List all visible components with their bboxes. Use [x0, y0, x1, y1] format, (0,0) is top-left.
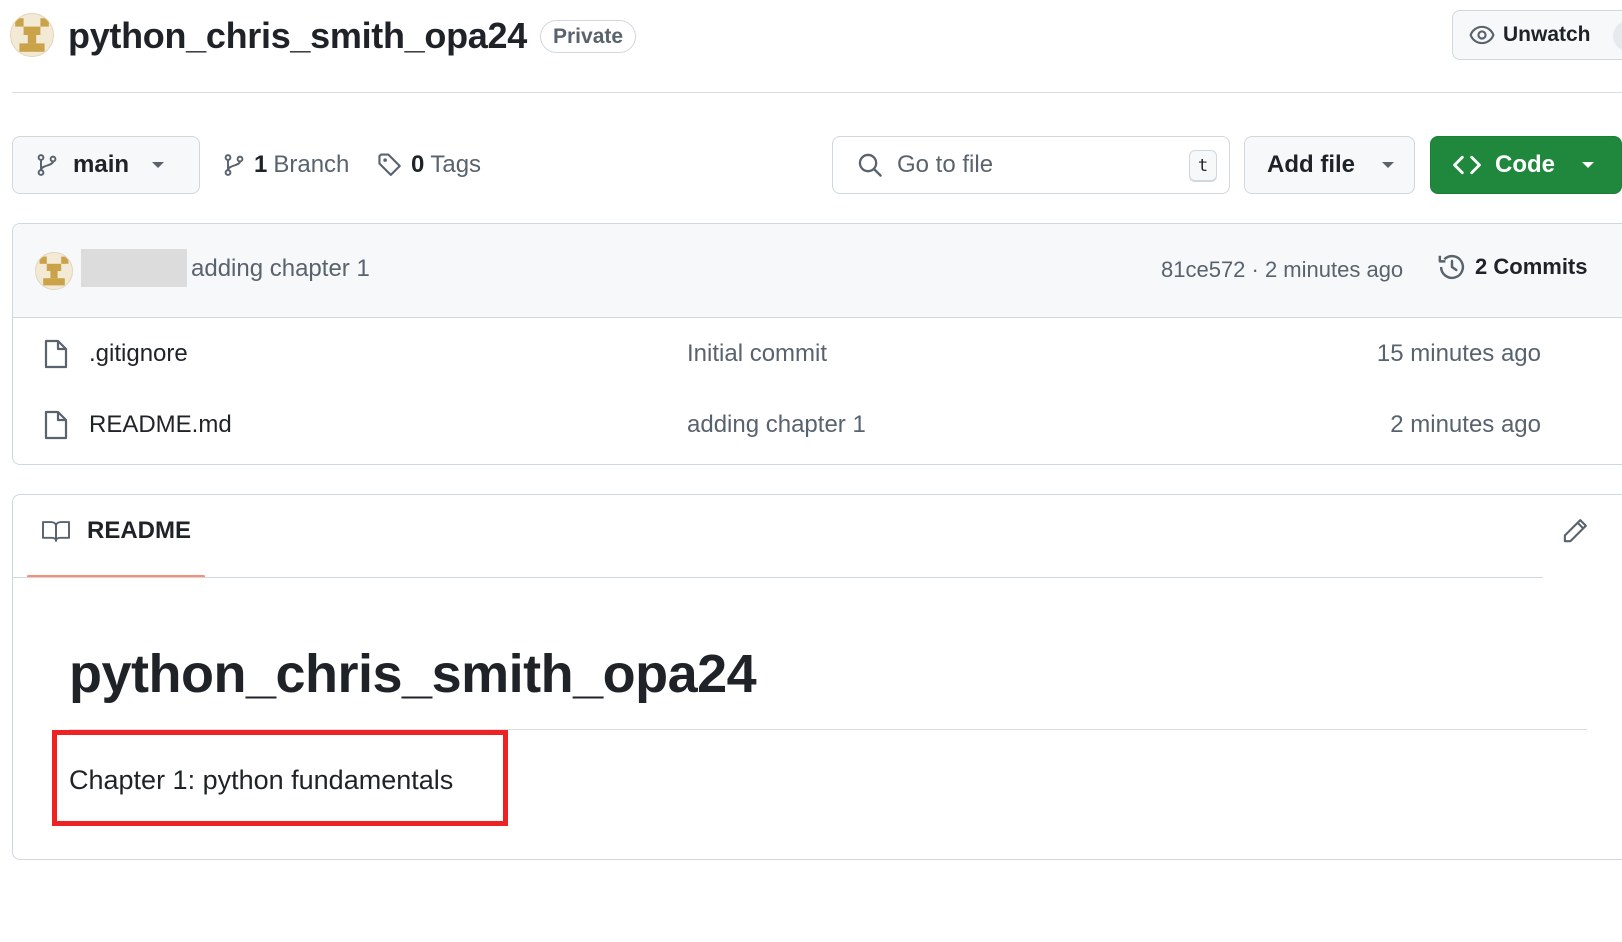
readme-heading: python_chris_smith_opa24	[69, 644, 757, 704]
branch-selector[interactable]: main	[12, 136, 200, 194]
search-icon	[858, 153, 882, 177]
readme-header-divider	[13, 577, 1543, 578]
add-file-button[interactable]: Add file	[1244, 136, 1415, 194]
file-commit-message[interactable]: Initial commit	[687, 340, 827, 368]
file-name[interactable]: README.md	[89, 411, 232, 439]
commits-label: Commits	[1493, 254, 1588, 279]
branch-name: main	[73, 151, 130, 178]
git-branch-icon	[224, 154, 244, 176]
git-branch-icon	[37, 154, 57, 176]
heading-rule	[69, 729, 1587, 730]
pencil-icon[interactable]	[1561, 517, 1589, 545]
file-browser: adding chapter 1 81ce572 · 2 minutes ago…	[12, 223, 1622, 465]
latest-commit-meta[interactable]: 81ce572 · 2 minutes ago	[1161, 257, 1403, 283]
eye-icon	[1469, 25, 1495, 45]
chevron-down-icon	[1382, 162, 1394, 168]
tab-readme[interactable]: README	[41, 517, 191, 545]
file-row[interactable]: .gitignore Initial commit 15 minutes ago	[13, 318, 1622, 391]
commit-author-avatar[interactable]	[35, 252, 73, 290]
latest-commit-bar: adding chapter 1 81ce572 · 2 minutes ago…	[13, 224, 1622, 318]
unwatch-button[interactable]: Unwatch	[1452, 10, 1622, 60]
book-icon	[42, 521, 70, 542]
repo-title[interactable]: python_chris_smith_opa24	[68, 14, 527, 58]
code-button[interactable]: Code	[1430, 136, 1622, 194]
latest-commit-message[interactable]: adding chapter 1	[191, 255, 370, 283]
branches-count: 1	[254, 151, 268, 178]
tags-count: 0	[411, 151, 425, 178]
header-divider	[12, 92, 1622, 93]
file-commit-age: 2 minutes ago	[1390, 411, 1541, 438]
keyboard-shortcut-hint: t	[1189, 150, 1217, 182]
readme-panel: README python_chris_smith_opa24 Chapter …	[12, 494, 1622, 860]
branches-link[interactable]: 1 Branch	[222, 148, 349, 182]
go-to-file-placeholder: Go to file	[897, 151, 994, 178]
avatar-identicon	[15, 18, 49, 52]
history-icon	[1438, 254, 1465, 280]
code-icon	[1453, 155, 1481, 175]
watchers-count-badge	[1613, 21, 1622, 51]
unwatch-label: Unwatch	[1503, 23, 1591, 46]
tag-icon	[378, 153, 401, 176]
redacted-author-name	[81, 249, 187, 287]
chevron-down-icon	[152, 162, 165, 168]
commits-history-link[interactable]: 2 Commits	[1437, 252, 1588, 282]
repo-owner-avatar[interactable]	[10, 13, 54, 57]
readme-tab-label: README	[87, 517, 192, 544]
file-name[interactable]: .gitignore	[89, 340, 188, 368]
add-file-label: Add file	[1267, 151, 1355, 178]
file-icon	[44, 410, 68, 440]
file-row[interactable]: README.md adding chapter 1 2 minutes ago	[13, 389, 1622, 462]
code-label: Code	[1495, 151, 1555, 178]
readme-paragraph: Chapter 1: python fundamentals	[69, 765, 454, 795]
file-commit-age: 15 minutes ago	[1376, 340, 1541, 367]
avatar-identicon	[39, 256, 69, 286]
tags-label: Tags	[430, 151, 482, 178]
chevron-down-icon	[1582, 162, 1594, 168]
commits-count: 2	[1475, 254, 1488, 279]
visibility-badge: Private	[540, 20, 637, 53]
tags-link[interactable]: 0 Tags	[377, 148, 481, 182]
file-commit-message[interactable]: adding chapter 1	[687, 411, 866, 439]
file-icon	[44, 339, 68, 369]
branches-label: Branch	[273, 151, 350, 178]
go-to-file-input[interactable]: Go to file t	[832, 136, 1230, 194]
